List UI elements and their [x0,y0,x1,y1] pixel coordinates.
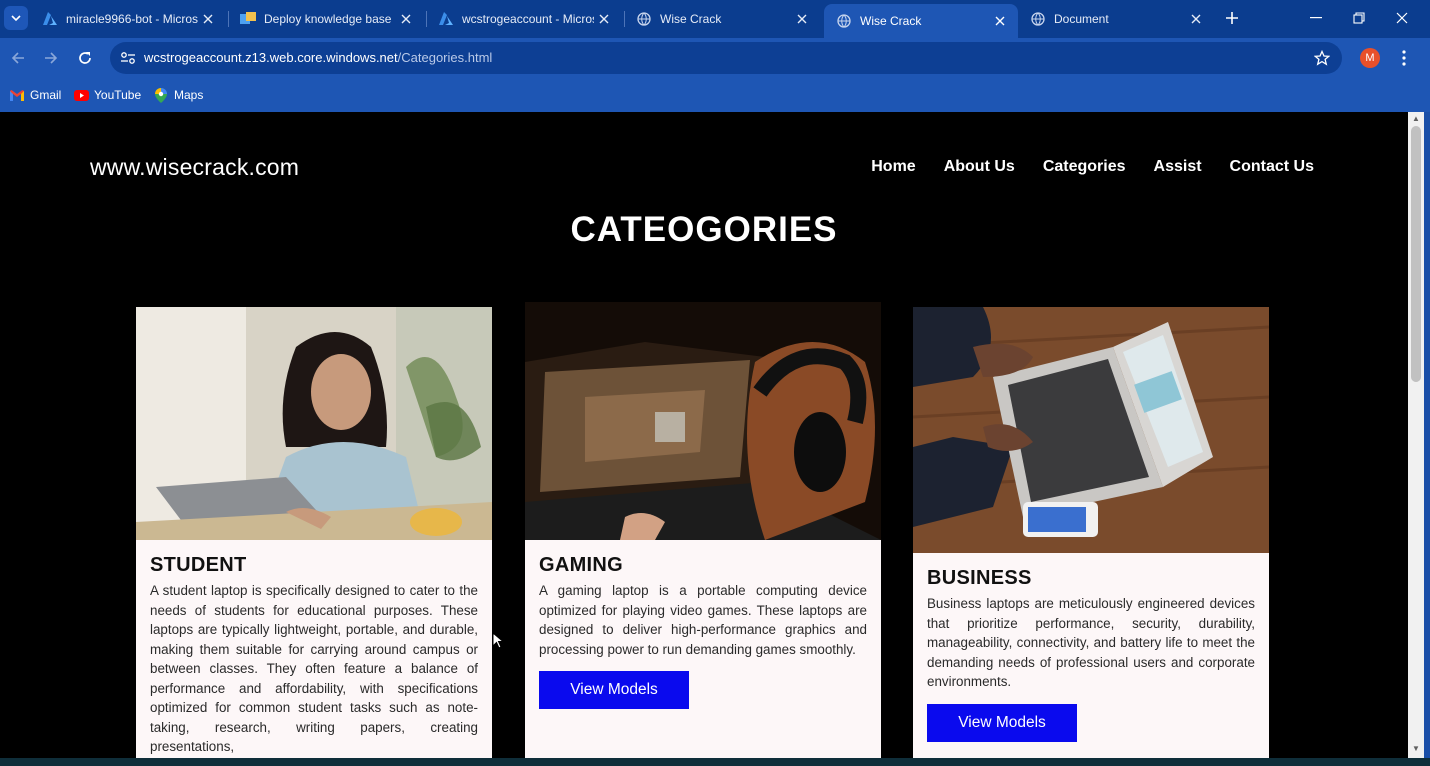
globe-icon [836,13,852,29]
view-models-button-business[interactable]: View Models [927,703,1077,742]
browser-toolbar: wcstrogeaccount.z13.web.core.windows.net… [0,38,1430,78]
tab-title: Document [1054,12,1109,26]
close-icon[interactable] [792,9,812,29]
nav-contact-us[interactable]: Contact Us [1230,158,1314,176]
gaming-image [525,302,881,540]
tab-strip: miracle9966-bot - Microsc Deploy knowled… [0,0,1430,38]
minimize-icon [1310,17,1322,19]
close-icon[interactable] [594,9,614,29]
globe-icon [1030,11,1046,27]
scroll-up-icon[interactable]: ▲ [1412,115,1420,123]
plus-icon [1226,12,1238,24]
globe-icon [636,11,652,27]
category-card-business: BUSINESS Business laptops are meticulous… [913,307,1269,766]
close-icon[interactable] [990,11,1010,31]
tab-title: miracle9966-bot - Microsc [66,12,198,26]
forward-button[interactable] [37,44,65,72]
page-title: CATEOGORIES [570,210,838,249]
scroll-down-icon[interactable]: ▼ [1412,745,1420,753]
more-vert-icon [1402,50,1406,66]
new-tab-button[interactable] [1221,7,1243,29]
tab-0[interactable]: miracle9966-bot - Microsc [30,4,226,34]
bookmark-star-icon[interactable] [1312,48,1332,68]
category-card-gaming: GAMING A gaming laptop is a portable com… [525,302,881,766]
tab-title: wcstrogeaccount - Microsc [462,12,594,26]
tab-4-active[interactable]: Wise Crack [824,4,1018,38]
view-models-button-gaming[interactable]: View Models [539,671,689,709]
close-window-button[interactable] [1380,4,1424,32]
azure-icon [42,11,58,27]
chevron-down-icon [11,15,21,22]
card-title: BUSINESS [927,567,1032,589]
profile-avatar[interactable]: M [1360,48,1380,68]
maximize-icon [1353,12,1365,24]
tab-1[interactable]: Deploy knowledge base [228,4,424,34]
nav-about-us[interactable]: About Us [944,158,1015,176]
card-description: A student laptop is specifically designe… [150,583,478,754]
back-button[interactable] [4,44,32,72]
taskbar-edge [0,758,1430,766]
nav-home[interactable]: Home [871,158,915,176]
tab-title: Wise Crack [660,12,722,26]
close-icon[interactable] [198,9,218,29]
bookmark-gmail[interactable]: Gmail [9,86,61,104]
site-settings-icon[interactable] [118,48,138,68]
close-icon [1396,12,1408,24]
business-image [913,307,1269,553]
azure-icon [438,11,454,27]
tab-title: Deploy knowledge base [264,12,392,26]
browser-menu-button[interactable] [1394,46,1414,70]
page-content: www.wisecrack.com Home About Us Categori… [0,112,1408,766]
tab-2[interactable]: wcstrogeaccount - Microsc [426,4,622,34]
bookmark-label: Gmail [30,88,62,102]
reload-icon [79,52,91,64]
site-logo[interactable]: www.wisecrack.com [90,154,299,181]
window-edge [1424,112,1430,766]
url-host: wcstrogeaccount.z13.web.core.windows.net [144,50,398,65]
arrow-right-icon [45,52,58,64]
bookmark-maps[interactable]: Maps [153,86,203,104]
arrow-left-icon [11,52,24,64]
mouse-cursor-icon [492,632,504,649]
student-image [136,307,492,540]
close-icon[interactable] [396,9,416,29]
tab-title: Wise Crack [860,14,922,28]
page-scrollbar[interactable]: ▲ ▼ [1408,112,1424,758]
card-description: Business laptops are meticulously engine… [927,596,1255,689]
nav-assist[interactable]: Assist [1154,158,1202,176]
minimize-button[interactable] [1294,4,1338,32]
close-icon[interactable] [1186,9,1206,29]
scrollbar-thumb[interactable] [1411,126,1421,382]
bookmark-label: YouTube [94,88,142,102]
reload-button[interactable] [71,44,99,72]
bookmarks-bar: Gmail YouTube Maps [0,78,1430,112]
address-bar[interactable]: wcstrogeaccount.z13.web.core.windows.net… [110,42,1342,74]
card-description: A gaming laptop is a portable computing … [539,583,867,657]
bookmark-youtube[interactable]: YouTube [73,86,141,104]
card-title: GAMING [539,554,624,576]
category-card-student: STUDENT A student laptop is specifically… [136,307,492,766]
bookmark-label: Maps [174,88,204,102]
maximize-button[interactable] [1337,4,1381,32]
url-path: /Categories.html [397,50,493,65]
tab-5[interactable]: Document [1018,4,1214,34]
tab-3[interactable]: Wise Crack [624,4,820,34]
nav-categories[interactable]: Categories [1043,158,1126,176]
gmail-icon [9,87,25,103]
site-nav: Home About Us Categories Assist Contact … [871,158,1314,176]
url-text: wcstrogeaccount.z13.web.core.windows.net… [144,50,492,65]
tab-search-button[interactable] [4,6,28,30]
youtube-icon [73,87,89,103]
card-title: STUDENT [150,554,247,576]
deploy-icon [240,11,256,27]
maps-icon [153,87,169,103]
